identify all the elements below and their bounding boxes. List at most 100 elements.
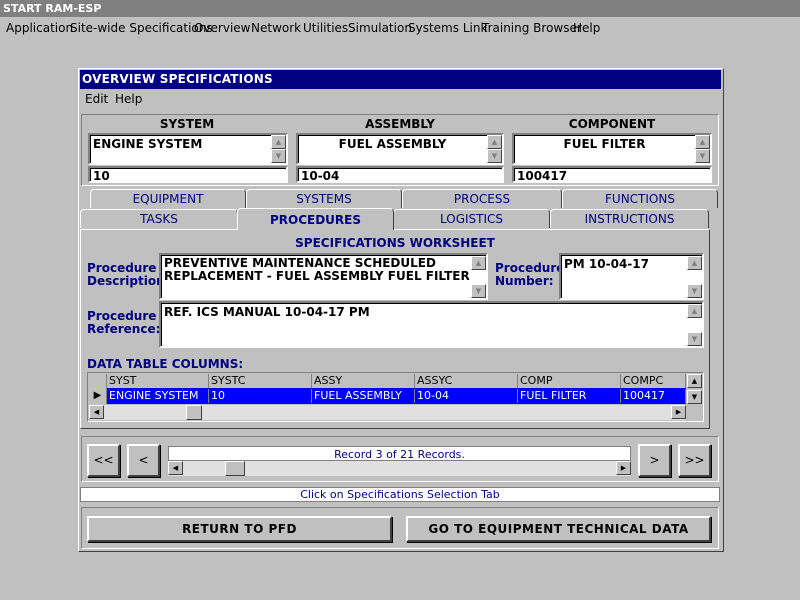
description-scroll-up-button[interactable]: ▲ bbox=[471, 256, 486, 270]
last-record-button[interactable]: >> bbox=[678, 444, 711, 477]
procedure-reference-value: REF. ICS MANUAL 10-04-17 PM bbox=[164, 305, 370, 319]
system-code: 10 bbox=[93, 169, 110, 183]
main-menu-bar: Application Site-wide Specifications Ove… bbox=[0, 18, 800, 38]
grid-header-syst[interactable]: SYST bbox=[107, 374, 209, 388]
assembly-list[interactable]: FUEL ASSEMBLY bbox=[296, 133, 504, 165]
data-table-label: DATA TABLE COLUMNS: bbox=[87, 357, 244, 371]
grid-cell-assy[interactable]: FUEL ASSEMBLY bbox=[312, 389, 415, 403]
arrow-up-icon: ▲ bbox=[691, 307, 698, 315]
menu-help[interactable]: Help bbox=[573, 21, 600, 35]
arrow-right-icon: ▶ bbox=[675, 408, 682, 416]
previous-record-button[interactable]: < bbox=[127, 444, 160, 477]
tab-tasks[interactable]: TASKS bbox=[80, 209, 238, 228]
component-scroll-down-button[interactable]: ▼ bbox=[695, 149, 710, 163]
grid-cell-assyc[interactable]: 10-04 bbox=[415, 389, 518, 403]
assembly-name[interactable]: FUEL ASSEMBLY bbox=[339, 137, 447, 151]
tab-equipment[interactable]: EQUIPMENT bbox=[90, 189, 246, 208]
menu-training-browser[interactable]: Training Browser bbox=[482, 21, 582, 35]
record-scroll-thumb[interactable] bbox=[225, 461, 245, 476]
grid-scroll-up-button[interactable]: ▲ bbox=[687, 374, 702, 388]
grid-header-assy[interactable]: ASSY bbox=[312, 374, 415, 388]
menu-application[interactable]: Application bbox=[6, 21, 73, 35]
window-title: OVERVIEW SPECIFICATIONS bbox=[82, 72, 273, 86]
first-record-button[interactable]: << bbox=[87, 444, 120, 477]
grid-cell-comp[interactable]: FUEL FILTER bbox=[518, 389, 621, 403]
procedure-reference-field[interactable]: REF. ICS MANUAL 10-04-17 PM bbox=[159, 301, 704, 348]
window-menu-edit[interactable]: Edit bbox=[85, 92, 108, 106]
menu-site-wide-specifications[interactable]: Site-wide Specifications bbox=[70, 21, 213, 35]
tab-process[interactable]: PROCESS bbox=[402, 189, 562, 208]
assembly-scroll-up-button[interactable]: ▲ bbox=[487, 135, 502, 149]
grid-header-assyc[interactable]: ASSYC bbox=[415, 374, 518, 388]
go-to-equipment-technical-data-button[interactable]: GO TO EQUIPMENT TECHNICAL DATA bbox=[406, 516, 711, 542]
arrow-down-icon: ▼ bbox=[491, 152, 498, 160]
arrow-down-icon: ▼ bbox=[691, 393, 698, 401]
tab-systems[interactable]: SYSTEMS bbox=[246, 189, 402, 208]
system-list[interactable]: ENGINE SYSTEM bbox=[88, 133, 288, 165]
component-code: 100417 bbox=[517, 169, 568, 183]
return-to-pfd-button[interactable]: RETURN TO PFD bbox=[87, 516, 392, 542]
assembly-header: ASSEMBLY bbox=[365, 117, 435, 131]
grid-corner bbox=[89, 374, 107, 388]
number-scroll-down-button[interactable]: ▼ bbox=[687, 284, 702, 298]
grid-scroll-thumb[interactable] bbox=[186, 405, 202, 420]
component-header: COMPONENT bbox=[568, 117, 656, 131]
arrow-up-icon: ▲ bbox=[699, 138, 706, 146]
grid-scroll-down-button[interactable]: ▼ bbox=[687, 390, 702, 404]
menu-utilities[interactable]: Utilities bbox=[303, 21, 348, 35]
system-name[interactable]: ENGINE SYSTEM bbox=[93, 137, 202, 151]
window-title-bar: OVERVIEW SPECIFICATIONS bbox=[80, 70, 721, 89]
arrow-down-icon: ▼ bbox=[691, 335, 698, 343]
procedure-description-label: Procedure Description: bbox=[87, 261, 170, 288]
arrow-up-icon: ▲ bbox=[275, 138, 282, 146]
component-code-field[interactable]: 100417 bbox=[512, 166, 712, 183]
tab-functions[interactable]: FUNCTIONS bbox=[562, 189, 718, 208]
record-scroll-left-button[interactable]: ◀ bbox=[168, 461, 183, 475]
next-record-button[interactable]: > bbox=[638, 444, 671, 477]
record-count: Record 3 of 21 Records. bbox=[168, 446, 631, 461]
grid-scroll-left-button[interactable]: ◀ bbox=[89, 405, 104, 419]
grid-horizontal-scrollbar[interactable] bbox=[89, 405, 686, 420]
menu-simulation[interactable]: Simulation bbox=[348, 21, 412, 35]
arrow-down-icon: ▼ bbox=[691, 287, 698, 295]
description-scroll-down-button[interactable]: ▼ bbox=[471, 284, 486, 298]
grid-cell-syst[interactable]: ENGINE SYSTEM bbox=[107, 389, 209, 403]
system-code-field[interactable]: 10 bbox=[88, 166, 288, 183]
component-list[interactable]: FUEL FILTER bbox=[512, 133, 712, 165]
assembly-code-field[interactable]: 10-04 bbox=[296, 166, 504, 183]
system-header: SYSTEM bbox=[159, 117, 215, 131]
grid-scroll-right-button[interactable]: ▶ bbox=[671, 405, 686, 419]
system-scroll-down-button[interactable]: ▼ bbox=[271, 149, 286, 163]
assembly-scroll-down-button[interactable]: ▼ bbox=[487, 149, 502, 163]
description-line-2: REPLACEMENT - FUEL ASSEMBLY FUEL FILTER bbox=[164, 269, 470, 283]
menu-overview[interactable]: Overview bbox=[194, 21, 251, 35]
arrow-down-icon: ▼ bbox=[699, 152, 706, 160]
component-scroll-up-button[interactable]: ▲ bbox=[695, 135, 710, 149]
grid-header-systc[interactable]: SYSTC bbox=[209, 374, 312, 388]
tab-logistics[interactable]: LOGISTICS bbox=[393, 209, 550, 228]
arrow-left-icon: ◀ bbox=[93, 408, 100, 416]
component-name[interactable]: FUEL FILTER bbox=[564, 137, 646, 151]
record-scroll-right-button[interactable]: ▶ bbox=[616, 461, 631, 475]
grid-cell-systc[interactable]: 10 bbox=[209, 389, 312, 403]
menu-network[interactable]: Network bbox=[251, 21, 301, 35]
menu-systems-link[interactable]: Systems Link bbox=[408, 21, 487, 35]
procedure-description-field[interactable]: PREVENTIVE MAINTENANCE SCHEDULED REPLACE… bbox=[159, 253, 488, 300]
row-indicator-icon: ▶ bbox=[89, 388, 107, 404]
status-message: Click on Specifications Selection Tab bbox=[80, 487, 720, 502]
reference-scroll-down-button[interactable]: ▼ bbox=[687, 332, 702, 346]
tab-instructions[interactable]: INSTRUCTIONS bbox=[550, 209, 709, 228]
app-title-bar: START RAM-ESP bbox=[0, 0, 800, 17]
reference-scroll-up-button[interactable]: ▲ bbox=[687, 304, 702, 318]
grid-header-compc[interactable]: COMPC bbox=[621, 374, 686, 388]
arrow-left-icon: ◀ bbox=[172, 464, 179, 472]
procedure-number-field[interactable]: PM 10-04-17 bbox=[559, 253, 704, 300]
grid-cell-compc[interactable]: 100417 bbox=[621, 389, 686, 403]
system-scroll-up-button[interactable]: ▲ bbox=[271, 135, 286, 149]
window-menu-help[interactable]: Help bbox=[115, 92, 142, 106]
worksheet-title: SPECIFICATIONS WORKSHEET bbox=[295, 236, 495, 250]
grid-header-comp[interactable]: COMP bbox=[518, 374, 621, 388]
number-scroll-up-button[interactable]: ▲ bbox=[687, 256, 702, 270]
tab-procedures[interactable]: PROCEDURES bbox=[237, 208, 394, 230]
app-title: START RAM-ESP bbox=[3, 2, 102, 15]
